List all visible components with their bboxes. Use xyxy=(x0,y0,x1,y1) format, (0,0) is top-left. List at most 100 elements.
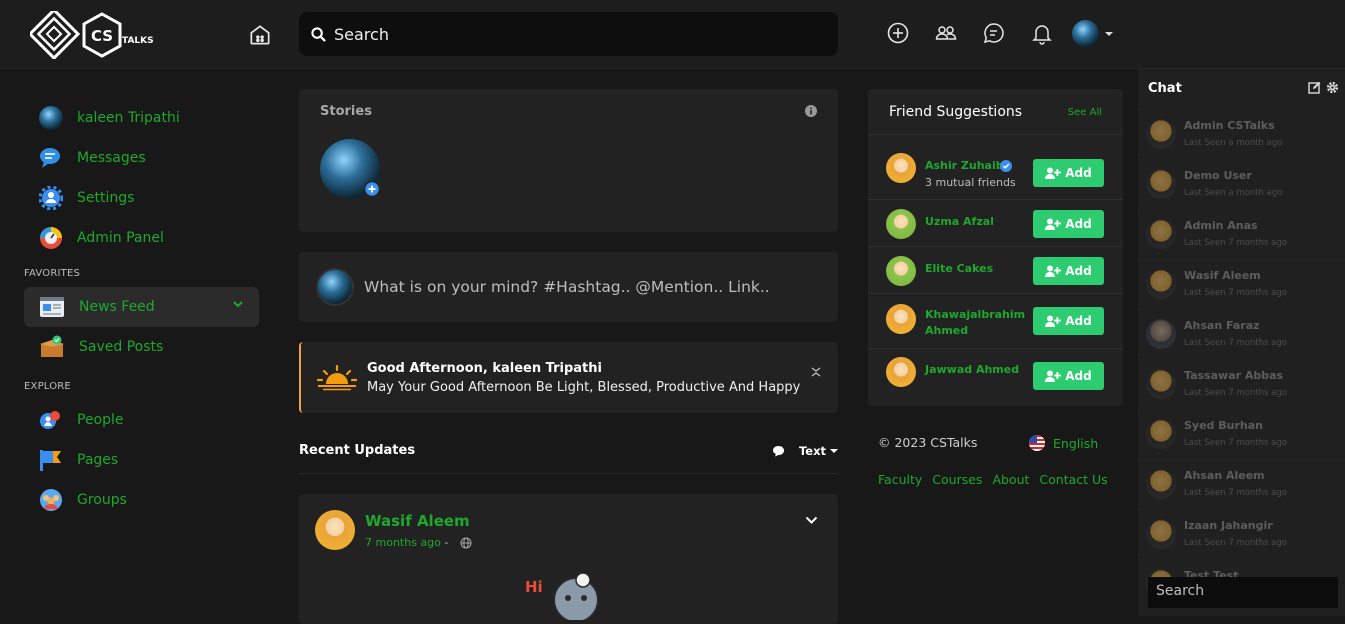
account-menu[interactable] xyxy=(1072,20,1113,47)
chat-contact[interactable]: Admin CSTalks Last Seen a month ago xyxy=(1138,109,1345,159)
friend-name[interactable]: Elite Cakes xyxy=(925,261,993,277)
admin-panel-icon xyxy=(40,227,62,249)
last-seen: Last Seen 7 months ago xyxy=(1184,488,1287,498)
messages-bubble-icon[interactable] xyxy=(982,21,1006,45)
last-seen: Last Seen 7 months ago xyxy=(1184,388,1287,398)
footer-link-about[interactable]: About xyxy=(992,472,1029,487)
language-selector[interactable]: English xyxy=(1029,435,1098,451)
add-friend-button[interactable]: Add xyxy=(1033,210,1104,238)
sidebar-item-groups[interactable]: Groups xyxy=(24,480,259,520)
gear-icon[interactable] xyxy=(1326,81,1339,94)
contact-name: Admin CSTalks xyxy=(1184,119,1275,132)
sidebar-item-people[interactable]: People xyxy=(24,400,259,440)
greeting-text: Good Afternoon, kaleen Tripathi May Your… xyxy=(367,361,800,395)
sidebar-item-label: Settings xyxy=(77,190,135,206)
chat-contact[interactable]: Ahsan Aleem Last Seen 7 months ago xyxy=(1138,459,1345,509)
add-friend-button[interactable]: Add xyxy=(1033,362,1104,390)
contact-name: Demo User xyxy=(1184,169,1252,182)
last-seen: Last Seen a month ago xyxy=(1184,138,1283,148)
footer-link-faculty[interactable]: Faculty xyxy=(878,472,922,487)
contact-name: Tassawar Abbas xyxy=(1184,369,1284,382)
svg-text:CS: CS xyxy=(91,27,113,45)
home-button[interactable] xyxy=(247,22,273,52)
post-options-chevron-icon[interactable] xyxy=(805,516,818,525)
sidebar-item-saved-posts[interactable]: Saved Posts xyxy=(24,327,259,367)
add-label: Add xyxy=(1065,264,1092,278)
post-filter-dropdown[interactable]: Text xyxy=(772,444,838,458)
last-seen: Last Seen a month ago xyxy=(1184,188,1283,198)
friend-suggestion-item: Uzma Afzal Add xyxy=(868,199,1123,246)
sidebar-item-news-feed[interactable]: News Feed xyxy=(24,287,259,327)
sidebar-item-pages[interactable]: Pages xyxy=(24,440,259,480)
brand-text: TALKS xyxy=(122,36,154,46)
add-label: Add xyxy=(1065,369,1092,383)
friend-suggestions-card: Friend Suggestions See All Ashir Zuhaib … xyxy=(868,89,1123,406)
chat-contact[interactable]: Demo User Last Seen a month ago xyxy=(1138,159,1345,209)
avatar xyxy=(1146,319,1176,349)
avatar[interactable] xyxy=(886,256,916,286)
footer-link-courses[interactable]: Courses xyxy=(932,472,982,487)
friend-suggestion-item: Ashir Zuhaib 3 mutual friends Add xyxy=(868,134,1123,199)
notifications-bell-icon[interactable] xyxy=(1030,21,1054,45)
composer-placeholder: What is on your mind? #Hashtag.. @Mentio… xyxy=(364,278,770,296)
add-friend-button[interactable]: Add xyxy=(1033,159,1104,187)
chat-search-input[interactable]: Search xyxy=(1148,577,1338,608)
contact-name: Admin Anas xyxy=(1184,219,1258,232)
newspaper-icon xyxy=(40,297,64,317)
friend-name[interactable]: Jawwad Ahmed xyxy=(925,362,1019,378)
post-composer[interactable]: What is on your mind? #Hashtag.. @Mentio… xyxy=(299,252,838,322)
avatar[interactable] xyxy=(886,153,916,183)
info-icon[interactable] xyxy=(805,105,817,117)
sidebar-item-profile[interactable]: kaleen Tripathi xyxy=(24,98,259,138)
friends-icon[interactable] xyxy=(934,21,958,45)
chat-contact[interactable]: Wasif Aleem Last Seen 7 months ago xyxy=(1138,259,1345,309)
sunset-icon xyxy=(317,364,357,390)
stories-title: Stories xyxy=(320,104,372,119)
friend-name[interactable]: Uzma Afzal xyxy=(925,214,994,230)
chat-contact[interactable]: Ahsan Faraz Last Seen 7 months ago xyxy=(1138,309,1345,359)
sidebar-item-label: News Feed xyxy=(79,299,155,315)
maze-logo-icon xyxy=(30,11,80,59)
sidebar-item-admin-panel[interactable]: Admin Panel xyxy=(24,218,259,258)
post-time[interactable]: 7 months ago - xyxy=(365,536,448,549)
sidebar-item-messages[interactable]: Messages xyxy=(24,138,259,178)
avatar[interactable] xyxy=(886,357,916,387)
add-label: Add xyxy=(1065,166,1092,180)
add-friend-button[interactable]: Add xyxy=(1033,307,1104,335)
avatar[interactable] xyxy=(886,304,916,334)
friend-name[interactable]: Khawajalbrahim Ahmed xyxy=(925,307,1025,339)
edit-icon[interactable] xyxy=(1308,81,1321,94)
add-friend-button[interactable]: Add xyxy=(1033,257,1104,285)
globe-icon xyxy=(460,537,472,549)
friend-name[interactable]: Ashir Zuhaib xyxy=(925,158,1004,174)
chat-contact[interactable]: Izaan Jahangir Last Seen 7 months ago xyxy=(1138,509,1345,559)
language-label: English xyxy=(1053,435,1099,451)
post-author-avatar[interactable] xyxy=(315,510,355,550)
add-user-icon xyxy=(1045,315,1062,327)
post-card: Wasif Aleem 7 months ago - Hi xyxy=(299,494,838,624)
site-logo[interactable]: CS TALKS xyxy=(30,11,154,59)
see-all-link[interactable]: See All xyxy=(1068,107,1102,118)
chat-contact[interactable]: Admin Anas Last Seen 7 months ago xyxy=(1138,209,1345,259)
search-input[interactable]: Search xyxy=(299,12,838,56)
add-user-icon xyxy=(1045,265,1062,277)
chevron-down-icon[interactable] xyxy=(233,300,243,308)
top-bar: CS TALKS Search xyxy=(0,0,1345,69)
contact-name: Ahsan Aleem xyxy=(1184,469,1265,482)
chat-contact[interactable]: Syed Burhan Last Seen 7 months ago xyxy=(1138,409,1345,459)
search-icon xyxy=(311,26,326,42)
post-author-name[interactable]: Wasif Aleem xyxy=(365,512,470,530)
collapse-icon[interactable] xyxy=(810,366,822,378)
groups-icon xyxy=(40,489,62,511)
chevron-down-icon xyxy=(830,449,838,453)
footer-link-contact[interactable]: Contact Us xyxy=(1039,472,1107,487)
create-plus-icon[interactable] xyxy=(886,21,910,45)
contact-name: Wasif Aleem xyxy=(1184,269,1261,282)
friend-suggestions-title: Friend Suggestions xyxy=(889,104,1023,120)
avatar[interactable] xyxy=(886,209,916,239)
sidebar-item-settings[interactable]: Settings xyxy=(24,178,259,218)
add-story-button[interactable] xyxy=(320,139,380,199)
chat-contact[interactable]: Tassawar Abbas Last Seen 7 months ago xyxy=(1138,359,1345,409)
verified-badge-icon xyxy=(1000,160,1012,172)
greeting-message: May Your Good Afternoon Be Light, Blesse… xyxy=(367,379,801,395)
